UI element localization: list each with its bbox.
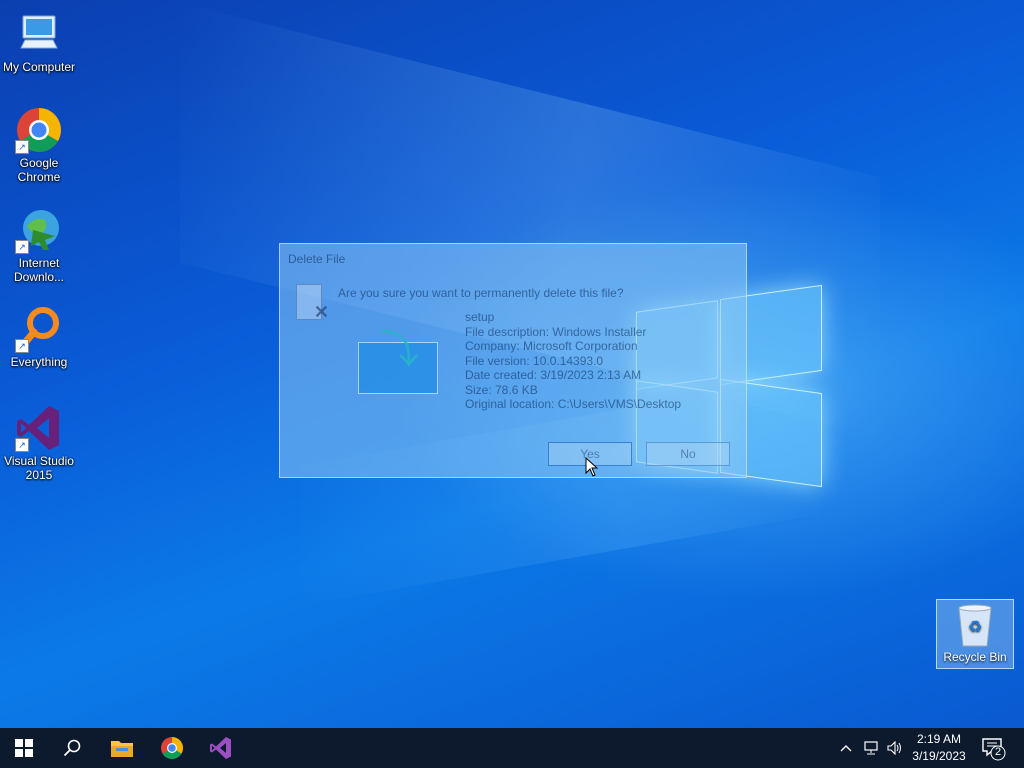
taskbar-clock[interactable]: 2:19 AM 3/19/2023	[906, 731, 972, 765]
chrome-icon	[161, 737, 183, 759]
delete-file-dialog: Delete File ✕ Are you sure you want to p…	[279, 243, 747, 478]
desktop-icon-label: Everything	[10, 355, 68, 369]
desktop-icon-label: Recycle Bin	[943, 650, 1007, 664]
search-icon	[63, 739, 81, 757]
no-button[interactable]: No	[646, 442, 730, 466]
search-button[interactable]	[48, 728, 96, 768]
file-version: File version: 10.0.14393.0	[465, 353, 604, 368]
visual-studio-icon: ↗	[15, 404, 63, 452]
desktop-icon-label: Internet Downlo...	[13, 256, 65, 284]
desktop-icon-my-computer[interactable]: My Computer	[0, 10, 78, 74]
magnifier-icon: ↗	[15, 305, 63, 353]
shortcut-arrow-icon: ↗	[15, 339, 29, 353]
file-company: Company: Microsoft Corporation	[465, 339, 638, 353]
delete-file-icon: ✕	[296, 284, 329, 322]
taskbar: 2:19 AM 3/19/2023 2	[0, 728, 1024, 768]
clock-time: 2:19 AM	[916, 732, 962, 746]
dialog-title: Delete File	[288, 252, 346, 266]
desktop-icon-label: Google Chrome	[17, 156, 61, 184]
file-description: File description: Windows Installer	[465, 324, 647, 339]
desktop-icon-label: My Computer	[2, 60, 76, 74]
show-hidden-icons-chevron-icon[interactable]	[836, 728, 856, 768]
file-location: Original location: C:\Users\VMS\Desktop	[465, 397, 682, 411]
desktop-icon-label: Visual Studio 2015	[4, 454, 74, 482]
chrome-icon: ↗	[15, 106, 63, 154]
desktop-icon-internet-download-manager[interactable]: ↗ Internet Downlo...	[0, 206, 78, 284]
file-info: setup File description: Windows Installe…	[465, 310, 681, 412]
taskbar-file-explorer[interactable]	[98, 728, 146, 768]
volume-icon[interactable]	[884, 728, 906, 768]
action-center-button[interactable]: 2	[978, 734, 1008, 762]
file-size: Size: 78.6 KB	[465, 382, 538, 397]
desktop-icon-visual-studio[interactable]: ↗ Visual Studio 2015	[0, 404, 78, 482]
file-date-created: Date created: 3/19/2023 2:13 AM	[465, 368, 642, 382]
shortcut-arrow-icon: ↗	[15, 240, 29, 254]
start-button[interactable]	[0, 728, 48, 768]
idm-globe-icon: ↗	[15, 206, 63, 254]
desktop-icon-everything[interactable]: ↗ Everything	[0, 305, 78, 369]
file-name: setup	[465, 310, 495, 324]
visual-studio-icon	[210, 737, 231, 759]
notification-count: 2	[994, 746, 1002, 758]
installer-file-icon: ⤵	[358, 328, 438, 394]
mouse-cursor-icon	[585, 457, 599, 477]
svg-text:♻: ♻	[968, 617, 982, 636]
taskbar-chrome[interactable]	[148, 728, 196, 768]
recycle-bin-icon: ♻	[955, 604, 995, 648]
shortcut-arrow-icon: ↗	[15, 438, 29, 452]
folder-icon	[111, 741, 133, 757]
desktop-icon-chrome[interactable]: ↗ Google Chrome	[0, 106, 78, 184]
desktop-icon-recycle-bin[interactable]: ♻ Recycle Bin	[936, 599, 1014, 669]
clock-date: 3/19/2023	[912, 749, 966, 763]
shortcut-arrow-icon: ↗	[15, 140, 29, 154]
network-icon[interactable]	[860, 728, 882, 768]
taskbar-visual-studio[interactable]	[197, 728, 245, 768]
windows-start-icon	[15, 739, 33, 757]
computer-icon	[15, 10, 63, 58]
dialog-question: Are you sure you want to permanently del…	[338, 286, 624, 300]
